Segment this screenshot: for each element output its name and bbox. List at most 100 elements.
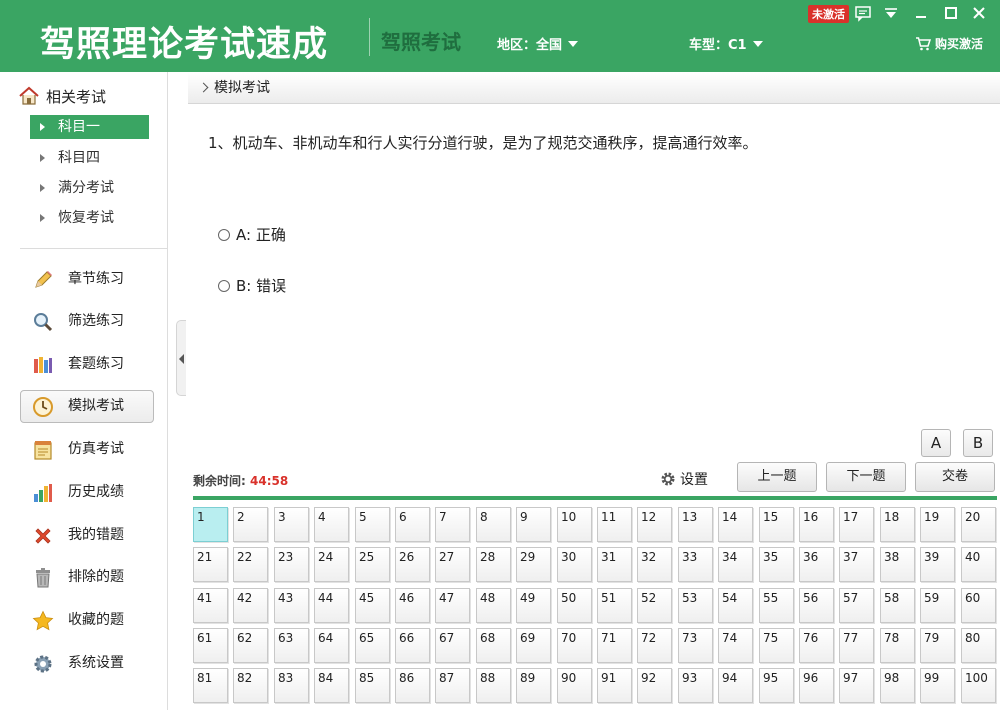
question-number-cell[interactable]: 30 (557, 547, 592, 582)
sidebar-item-subject-one[interactable]: 科目一 (30, 115, 149, 139)
question-number-cell[interactable]: 27 (435, 547, 470, 582)
question-number-cell[interactable]: 65 (355, 628, 390, 663)
question-number-cell[interactable]: 60 (961, 588, 996, 623)
answer-a-button[interactable]: A (921, 429, 951, 457)
question-number-cell[interactable]: 41 (193, 588, 228, 623)
question-number-cell[interactable]: 6 (395, 507, 430, 542)
question-number-cell[interactable]: 36 (799, 547, 834, 582)
question-number-cell[interactable]: 5 (355, 507, 390, 542)
sidebar-item-full-score-exam[interactable]: 满分考试 (30, 176, 149, 200)
question-number-cell[interactable]: 72 (637, 628, 672, 663)
submit-exam-button[interactable]: 交卷 (915, 462, 995, 492)
sidebar-item-subject-four[interactable]: 科目四 (30, 146, 149, 170)
nav-favorites[interactable]: 收藏的题 (20, 604, 154, 637)
question-number-cell[interactable]: 17 (839, 507, 874, 542)
question-number-cell[interactable]: 95 (759, 668, 794, 703)
question-number-cell[interactable]: 99 (920, 668, 955, 703)
question-number-cell[interactable]: 66 (395, 628, 430, 663)
question-number-cell[interactable]: 97 (839, 668, 874, 703)
question-number-cell[interactable]: 7 (435, 507, 470, 542)
option-a[interactable]: A: 正确 (218, 224, 286, 245)
question-number-cell[interactable]: 24 (314, 547, 349, 582)
question-number-cell[interactable]: 55 (759, 588, 794, 623)
related-exams-heading[interactable]: 相关考试 (18, 86, 106, 107)
question-number-cell[interactable]: 13 (678, 507, 713, 542)
nav-chapter-practice[interactable]: 章节练习 (20, 263, 154, 296)
question-number-cell[interactable]: 43 (274, 588, 309, 623)
sidebar-collapse-toggle[interactable] (176, 320, 186, 396)
nav-filter-practice[interactable]: 筛选练习 (20, 305, 154, 338)
question-number-cell[interactable]: 48 (476, 588, 511, 623)
question-number-cell[interactable]: 63 (274, 628, 309, 663)
option-b[interactable]: B: 错误 (218, 275, 286, 296)
question-number-cell[interactable]: 47 (435, 588, 470, 623)
question-number-cell[interactable]: 26 (395, 547, 430, 582)
minimize-icon[interactable] (912, 4, 930, 22)
question-number-cell[interactable]: 28 (476, 547, 511, 582)
question-number-cell[interactable]: 78 (880, 628, 915, 663)
question-number-cell[interactable]: 90 (557, 668, 592, 703)
question-number-cell[interactable]: 33 (678, 547, 713, 582)
answer-b-button[interactable]: B (963, 429, 993, 457)
question-number-cell[interactable]: 3 (274, 507, 309, 542)
question-number-cell[interactable]: 100 (961, 668, 996, 703)
question-number-cell[interactable]: 38 (880, 547, 915, 582)
question-number-cell[interactable]: 98 (880, 668, 915, 703)
question-number-cell[interactable]: 23 (274, 547, 309, 582)
question-number-cell[interactable]: 82 (233, 668, 268, 703)
question-number-cell[interactable]: 53 (678, 588, 713, 623)
question-number-cell[interactable]: 58 (880, 588, 915, 623)
nav-simulation-exam[interactable]: 仿真考试 (20, 433, 154, 466)
nav-excluded-questions[interactable]: 排除的题 (20, 561, 154, 594)
question-number-cell[interactable]: 61 (193, 628, 228, 663)
question-number-cell[interactable]: 37 (839, 547, 874, 582)
nav-system-settings[interactable]: 系统设置 (20, 647, 154, 680)
question-number-cell[interactable]: 92 (637, 668, 672, 703)
question-number-cell[interactable]: 68 (476, 628, 511, 663)
question-number-cell[interactable]: 59 (920, 588, 955, 623)
question-number-cell[interactable]: 87 (435, 668, 470, 703)
question-number-cell[interactable]: 29 (516, 547, 551, 582)
question-number-cell[interactable]: 54 (718, 588, 753, 623)
question-number-cell[interactable]: 69 (516, 628, 551, 663)
question-number-cell[interactable]: 32 (637, 547, 672, 582)
question-number-cell[interactable]: 83 (274, 668, 309, 703)
radio-button[interactable] (218, 229, 230, 241)
previous-question-button[interactable]: 上一题 (737, 462, 817, 492)
question-number-cell[interactable]: 12 (637, 507, 672, 542)
question-number-cell[interactable]: 56 (799, 588, 834, 623)
question-number-cell[interactable]: 44 (314, 588, 349, 623)
question-number-cell[interactable]: 57 (839, 588, 874, 623)
question-number-cell[interactable]: 21 (193, 547, 228, 582)
question-number-cell[interactable]: 8 (476, 507, 511, 542)
question-number-cell[interactable]: 77 (839, 628, 874, 663)
question-number-cell[interactable]: 80 (961, 628, 996, 663)
feedback-icon[interactable] (854, 4, 872, 22)
question-number-cell[interactable]: 25 (355, 547, 390, 582)
radio-button[interactable] (218, 280, 230, 292)
car-type-selector[interactable]: 车型：C1 (689, 34, 763, 53)
maximize-icon[interactable] (942, 4, 960, 22)
question-number-cell[interactable]: 49 (516, 588, 551, 623)
buy-activate-button[interactable]: 购买激活 (915, 35, 983, 52)
question-number-cell[interactable]: 42 (233, 588, 268, 623)
question-number-cell[interactable]: 22 (233, 547, 268, 582)
question-number-cell[interactable]: 73 (678, 628, 713, 663)
sidebar-item-restore-exam[interactable]: 恢复考试 (30, 206, 149, 230)
question-number-cell[interactable]: 74 (718, 628, 753, 663)
question-number-cell[interactable]: 84 (314, 668, 349, 703)
question-number-cell[interactable]: 70 (557, 628, 592, 663)
question-number-cell[interactable]: 31 (597, 547, 632, 582)
question-number-cell[interactable]: 86 (395, 668, 430, 703)
nav-set-practice[interactable]: 套题练习 (20, 348, 154, 381)
next-question-button[interactable]: 下一题 (826, 462, 906, 492)
question-number-cell[interactable]: 34 (718, 547, 753, 582)
question-number-cell[interactable]: 79 (920, 628, 955, 663)
question-number-cell[interactable]: 20 (961, 507, 996, 542)
question-number-cell[interactable]: 50 (557, 588, 592, 623)
question-number-cell[interactable]: 52 (637, 588, 672, 623)
question-number-cell[interactable]: 19 (920, 507, 955, 542)
question-number-cell[interactable]: 46 (395, 588, 430, 623)
question-number-cell[interactable]: 89 (516, 668, 551, 703)
settings-button[interactable]: 设置 (660, 469, 708, 489)
